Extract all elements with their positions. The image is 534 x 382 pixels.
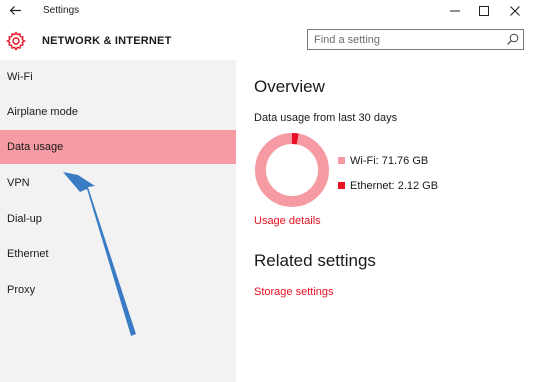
title-bar: Settings bbox=[0, 0, 534, 23]
gear-icon bbox=[6, 31, 26, 51]
sidebar-item-data-usage[interactable]: Data usage bbox=[0, 130, 236, 164]
sidebar-item-airplane-mode[interactable]: Airplane mode bbox=[0, 95, 236, 129]
storage-settings-link[interactable]: Storage settings bbox=[254, 286, 334, 298]
sidebar-item-label: Dial-up bbox=[7, 213, 42, 225]
sidebar-item-label: Ethernet bbox=[7, 248, 49, 260]
usage-caption: Data usage from last 30 days bbox=[254, 112, 398, 124]
sidebar-item-ethernet[interactable]: Ethernet bbox=[0, 237, 236, 271]
legend-wifi-swatch bbox=[338, 157, 345, 164]
search-icon[interactable] bbox=[506, 33, 519, 46]
donut-wifi-segment bbox=[255, 133, 329, 207]
window-title: Settings bbox=[43, 5, 80, 16]
sidebar: Wi-Fi Airplane mode Data usage VPN Dial-… bbox=[0, 60, 236, 382]
sidebar-item-label: Airplane mode bbox=[7, 106, 78, 118]
data-usage-donut-chart bbox=[255, 133, 329, 207]
main-content: Overview Data usage from last 30 days Wi… bbox=[236, 60, 534, 382]
sidebar-item-label: Data usage bbox=[7, 141, 64, 153]
minimize-button[interactable] bbox=[440, 0, 470, 22]
back-arrow-icon bbox=[9, 6, 21, 15]
donut-ethernet-segment bbox=[291, 133, 299, 145]
maximize-icon bbox=[479, 6, 489, 16]
page-header: NETWORK & INTERNET bbox=[0, 23, 534, 60]
related-settings-heading: Related settings bbox=[254, 251, 376, 270]
overview-heading: Overview bbox=[254, 77, 325, 96]
sidebar-item-wifi[interactable]: Wi-Fi bbox=[0, 60, 236, 94]
sidebar-item-vpn[interactable]: VPN bbox=[0, 166, 236, 200]
legend-ethernet: Ethernet: 2.12 GB bbox=[338, 180, 438, 192]
close-button[interactable] bbox=[500, 0, 530, 22]
search-input[interactable] bbox=[314, 32, 499, 47]
legend-wifi: Wi-Fi: 71.76 GB bbox=[338, 155, 428, 167]
sidebar-item-dial-up[interactable]: Dial-up bbox=[0, 202, 236, 236]
minimize-icon bbox=[450, 10, 460, 12]
sidebar-item-label: Wi-Fi bbox=[7, 71, 33, 83]
sidebar-item-label: VPN bbox=[7, 177, 30, 189]
usage-details-link[interactable]: Usage details bbox=[254, 215, 321, 227]
sidebar-item-proxy[interactable]: Proxy bbox=[0, 273, 236, 307]
page-title: NETWORK & INTERNET bbox=[42, 35, 172, 47]
sidebar-item-label: Proxy bbox=[7, 284, 36, 296]
search-box[interactable] bbox=[307, 29, 524, 50]
close-icon bbox=[510, 6, 520, 16]
back-button[interactable] bbox=[4, 1, 28, 21]
legend-ethernet-label: Ethernet: 2.12 GB bbox=[350, 180, 439, 192]
legend-wifi-label: Wi-Fi: 71.76 GB bbox=[350, 155, 429, 167]
legend-ethernet-swatch bbox=[338, 182, 345, 189]
maximize-button[interactable] bbox=[469, 0, 499, 22]
